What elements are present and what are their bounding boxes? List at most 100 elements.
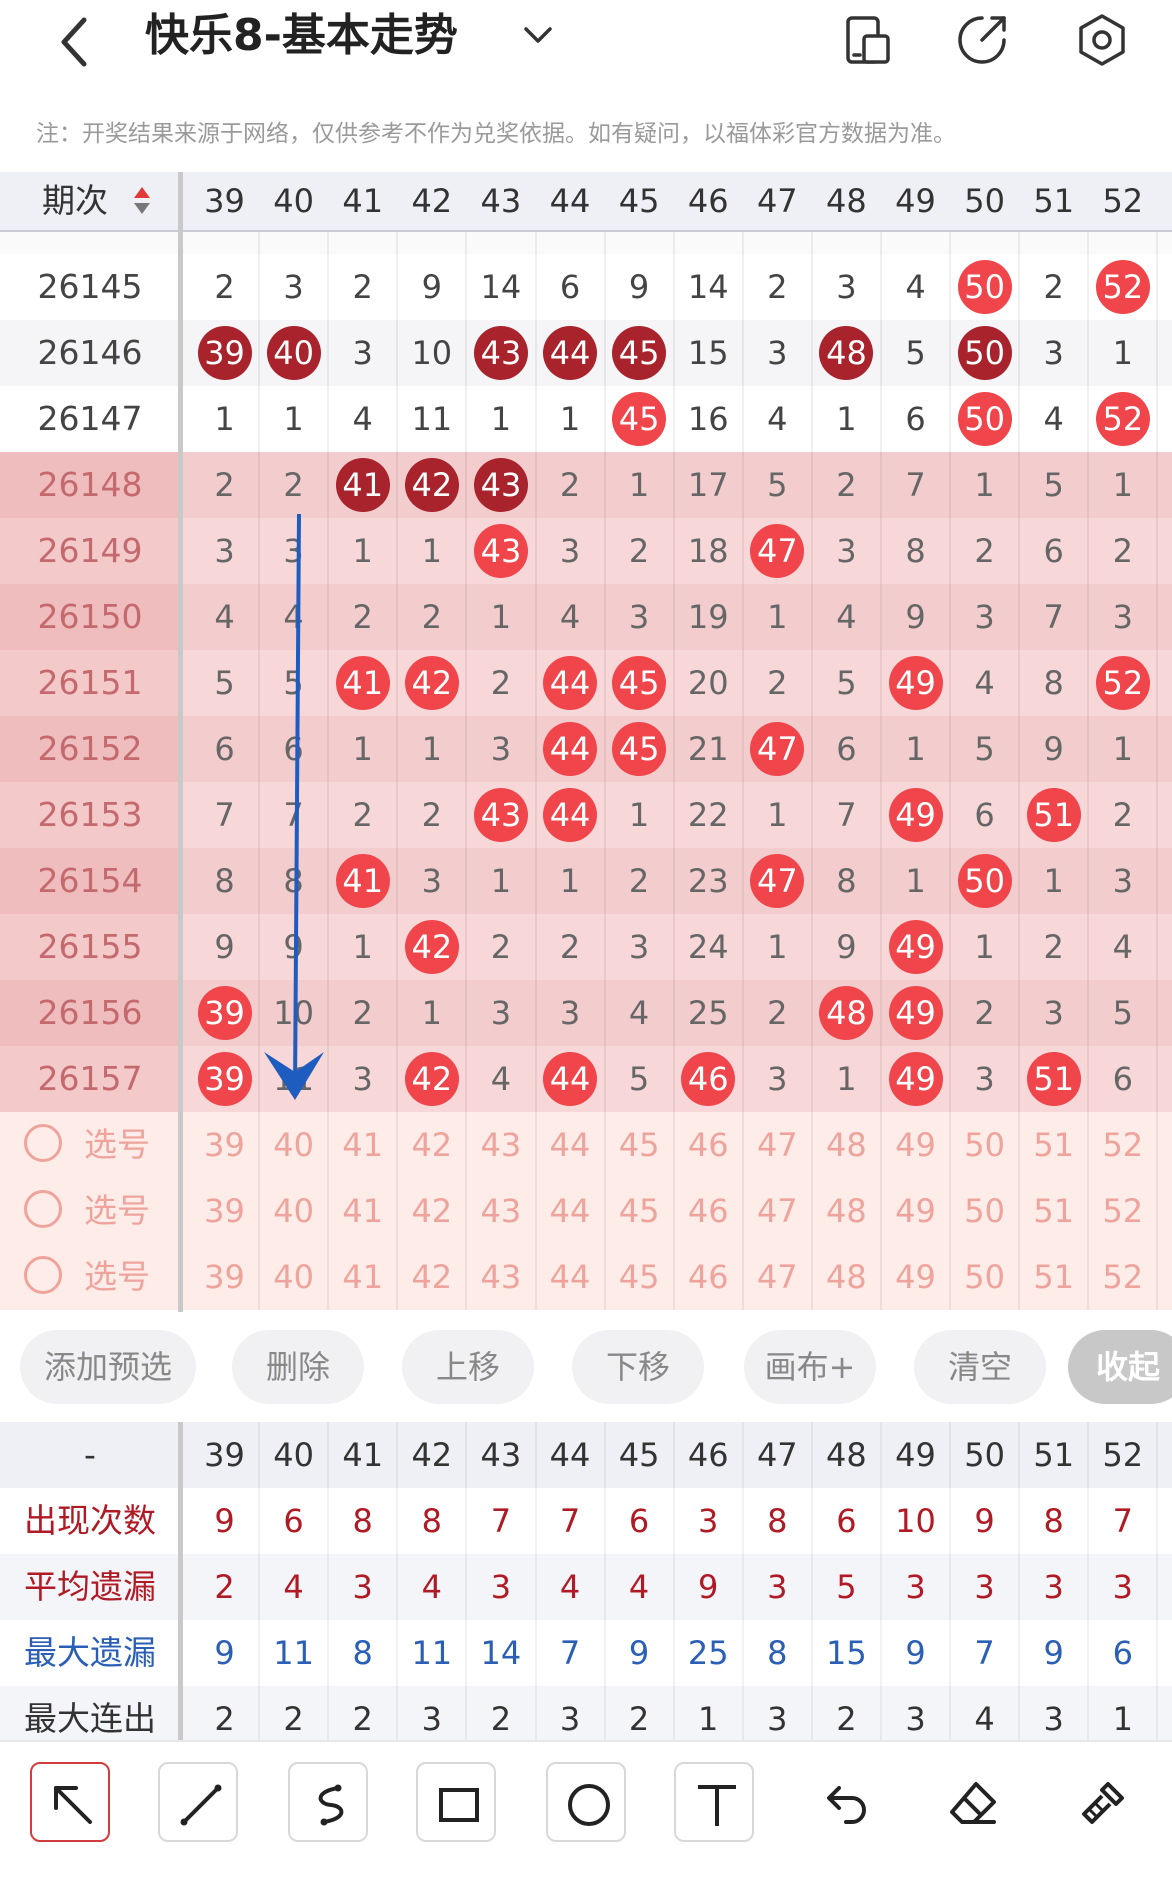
- drawn-arrow[interactable]: [250, 500, 330, 1110]
- drawn-number-ball[interactable]: 46: [681, 1052, 736, 1106]
- drawn-number-ball[interactable]: 47: [750, 722, 805, 776]
- pick-number-cell[interactable]: 42: [397, 1112, 466, 1178]
- eraser-button[interactable]: [932, 1762, 1012, 1842]
- drawn-number-ball[interactable]: 41: [335, 458, 390, 512]
- rectangle-tool-button[interactable]: [416, 1762, 496, 1842]
- table-row[interactable]: 261563910213342524849235: [0, 980, 1172, 1047]
- pick-number-cell[interactable]: 47: [743, 1112, 812, 1178]
- table-row[interactable]: 26149 3 3 1 1 43 3 2 18 47 3 8 2 6 2: [0, 518, 1172, 585]
- arrow-tool-button[interactable]: [30, 1762, 110, 1842]
- share-icon[interactable]: [952, 10, 1012, 70]
- pick-number-cell[interactable]: 48: [812, 1244, 881, 1310]
- pick-number-cell[interactable]: 44: [536, 1112, 605, 1178]
- drawn-number-ball[interactable]: 49: [888, 986, 943, 1040]
- table-row[interactable]: 26157391134244454631493516: [0, 1046, 1172, 1113]
- pick-number-cell[interactable]: 39: [190, 1112, 259, 1178]
- pick-number-cell[interactable]: 45: [605, 1178, 674, 1244]
- curve-tool-button[interactable]: [288, 1762, 368, 1842]
- column-number-header[interactable]: 42: [397, 172, 466, 230]
- column-number-header[interactable]: 41: [328, 172, 397, 230]
- pick-number-cell[interactable]: 45: [605, 1244, 674, 1310]
- undo-button[interactable]: [804, 1762, 884, 1842]
- pick-number-cell[interactable]: 47: [743, 1244, 812, 1310]
- drawn-number-ball[interactable]: 43: [473, 458, 528, 512]
- column-number-header[interactable]: 52: [1088, 172, 1157, 230]
- drawn-number-ball[interactable]: 41: [335, 854, 390, 908]
- delete-button[interactable]: 删除: [232, 1330, 364, 1404]
- drawn-number-ball[interactable]: 48: [819, 326, 874, 380]
- column-number-header[interactable]: 47: [743, 172, 812, 230]
- pick-number-cell[interactable]: 51: [1019, 1178, 1088, 1244]
- move-down-button[interactable]: 下移: [572, 1330, 704, 1404]
- drawn-number-ball[interactable]: 45: [612, 722, 667, 776]
- column-number-header[interactable]: 43: [466, 172, 535, 230]
- drawn-number-ball[interactable]: 49: [888, 920, 943, 974]
- chevron-down-icon[interactable]: [518, 20, 558, 50]
- pick-number-cell[interactable]: 49: [881, 1112, 950, 1178]
- table-row[interactable]: 26150 4 4 2 2 1 4 3 19 1 4 9 3 7 3: [0, 584, 1172, 651]
- drawn-number-ball[interactable]: 43: [473, 788, 528, 842]
- drawn-number-ball[interactable]: 50: [957, 392, 1012, 446]
- pick-number-cell[interactable]: 49: [881, 1244, 950, 1310]
- column-number-header[interactable]: 50: [950, 172, 1019, 230]
- table-row[interactable]: 26146 39 40 3 10 43 44 45 15 3 48 5 50 3 1: [0, 320, 1172, 387]
- pick-number-cell[interactable]: 43: [466, 1244, 535, 1310]
- table-row[interactable]: 26154 8 8 41 3 1 1 2 23 47 8 1 50 1 3: [0, 848, 1172, 915]
- pick-number-cell[interactable]: 42: [397, 1178, 466, 1244]
- drawn-number-ball[interactable]: 39: [197, 986, 252, 1040]
- pick-number-cell[interactable]: 48: [812, 1178, 881, 1244]
- table-row[interactable]: 26153 7 7 2 2 43 44 1 22 1 7 49 6 51 2: [0, 782, 1172, 849]
- drawn-number-ball[interactable]: 48: [819, 986, 874, 1040]
- drawn-number-ball[interactable]: 51: [1026, 788, 1081, 842]
- circle-tool-button[interactable]: [546, 1762, 626, 1842]
- drawn-number-ball[interactable]: 51: [1026, 1052, 1081, 1106]
- pick-number-cell[interactable]: 50: [950, 1112, 1019, 1178]
- table-row[interactable]: 26155 9 9 1 42 2 2 3 24 1 9 49 1 2 4: [0, 914, 1172, 981]
- drawn-number-ball[interactable]: 39: [197, 1052, 252, 1106]
- drawn-number-ball[interactable]: 42: [404, 1052, 459, 1106]
- radio-circle-icon[interactable]: [24, 1190, 62, 1228]
- page-title[interactable]: 快乐8-基本走势: [145, 6, 458, 66]
- pick-number-cell[interactable]: 40: [259, 1112, 328, 1178]
- pick-number-cell[interactable]: 46: [674, 1112, 743, 1178]
- back-icon[interactable]: [50, 10, 100, 70]
- pick-number-cell[interactable]: 48: [812, 1112, 881, 1178]
- pick-number-cell[interactable]: 52: [1088, 1112, 1157, 1178]
- table-row[interactable]: 26151 5 5 41 42 2 44 45 20 2 5 49 4 8 52: [0, 650, 1172, 717]
- drawn-number-ball[interactable]: 43: [473, 326, 528, 380]
- pick-number-cell[interactable]: 52: [1088, 1178, 1157, 1244]
- drawn-number-ball[interactable]: 44: [543, 656, 598, 710]
- drawn-number-ball[interactable]: 49: [888, 656, 943, 710]
- column-number-header[interactable]: 48: [812, 172, 881, 230]
- pick-number-label[interactable]: 选号: [84, 1244, 150, 1310]
- pick-number-cell[interactable]: 43: [466, 1178, 535, 1244]
- column-number-header[interactable]: 49: [881, 172, 950, 230]
- drawn-number-ball[interactable]: 42: [404, 458, 459, 512]
- column-number-header[interactable]: 46: [674, 172, 743, 230]
- pick-number-cell[interactable]: 50: [950, 1244, 1019, 1310]
- settings-icon[interactable]: [1072, 10, 1132, 70]
- drawn-number-ball[interactable]: 52: [1095, 260, 1150, 314]
- drawn-number-ball[interactable]: 45: [612, 392, 667, 446]
- pick-number-cell[interactable]: 40: [259, 1178, 328, 1244]
- drawn-number-ball[interactable]: 47: [750, 854, 805, 908]
- column-number-header[interactable]: 39: [190, 172, 259, 230]
- drawn-number-ball[interactable]: 42: [404, 920, 459, 974]
- drawn-number-ball[interactable]: 45: [612, 656, 667, 710]
- drawn-number-ball[interactable]: 42: [404, 656, 459, 710]
- add-preselect-button[interactable]: 添加预选: [20, 1330, 196, 1404]
- pick-number-cell[interactable]: 51: [1019, 1244, 1088, 1310]
- pick-number-cell[interactable]: 50: [950, 1178, 1019, 1244]
- table-row[interactable]: 26148 2 2 41 42 43 2 1 17 5 2 7 1 5 1: [0, 452, 1172, 519]
- pick-number-cell[interactable]: 52: [1088, 1244, 1157, 1310]
- drawn-number-ball[interactable]: 44: [543, 326, 598, 380]
- period-header[interactable]: 期次: [0, 172, 150, 230]
- column-number-header[interactable]: 44: [536, 172, 605, 230]
- drawn-number-ball[interactable]: 44: [543, 788, 598, 842]
- pick-number-cell[interactable]: 39: [190, 1178, 259, 1244]
- pick-number-cell[interactable]: 51: [1019, 1112, 1088, 1178]
- pick-number-cell[interactable]: 43: [466, 1112, 535, 1178]
- text-tool-button[interactable]: [674, 1762, 754, 1842]
- pick-number-cell[interactable]: 41: [328, 1112, 397, 1178]
- clear-button[interactable]: 清空: [914, 1330, 1046, 1404]
